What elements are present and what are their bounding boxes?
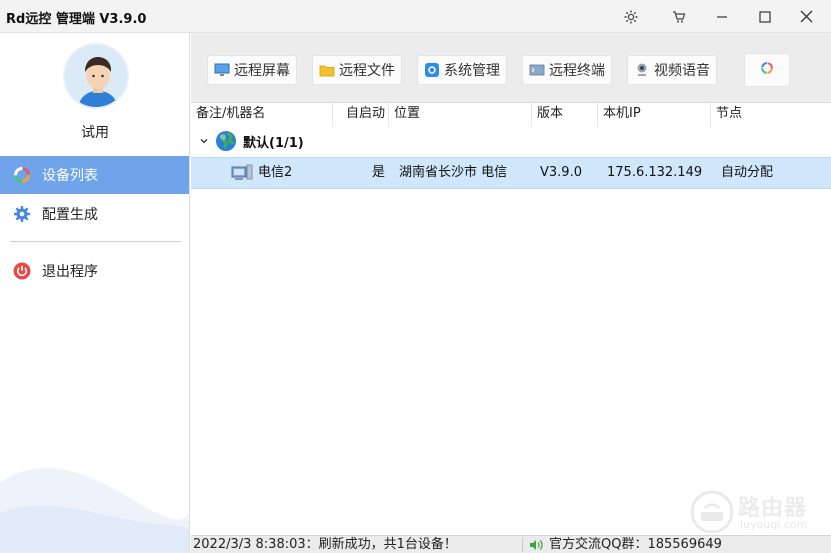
- column-header-node[interactable]: 节点: [711, 103, 831, 127]
- status-bar: 2022/3/3 8:38:03：刷新成功，共1台设备！ 官方交流QQ群：185…: [191, 535, 831, 553]
- user-name: 试用: [81, 125, 109, 141]
- column-header-location[interactable]: 位置: [389, 103, 532, 127]
- column-header-autostart[interactable]: 自启动: [333, 103, 389, 127]
- column-header-version[interactable]: 版本: [532, 103, 598, 127]
- settings-icon: [424, 62, 440, 78]
- close-icon: [800, 10, 812, 23]
- computer-icon: [231, 164, 253, 186]
- column-header-name[interactable]: 备注/机器名: [191, 103, 333, 127]
- remote-screen-button[interactable]: 远程屏幕: [207, 55, 297, 85]
- globe-icon: [215, 130, 237, 152]
- folder-icon: [319, 62, 335, 78]
- user-avatar-icon: [65, 45, 127, 107]
- sidebar-divider: [10, 241, 181, 242]
- monitor-icon: [214, 62, 230, 78]
- remote-terminal-button[interactable]: 远程终端: [522, 55, 612, 85]
- cell-location: 湖南省长沙市 电信: [399, 165, 508, 180]
- cell-node: 自动分配: [721, 165, 774, 180]
- cell-name: 电信2: [258, 165, 293, 180]
- cell-autostart: 是: [372, 165, 386, 180]
- status-qq: 官方交流QQ群：185569649: [529, 536, 722, 553]
- webcam-icon: [634, 62, 650, 78]
- gear-icon: [624, 10, 638, 23]
- gear-icon: [12, 204, 32, 224]
- maximize-icon: [759, 10, 771, 23]
- group-label: 默认(1/1): [243, 135, 304, 151]
- avatar: [63, 43, 129, 109]
- decorative-wave: [0, 468, 189, 553]
- sidebar: 试用 设备列表 配置生成 退出程序: [0, 33, 190, 553]
- watermark-subtext: luyouqi.com: [740, 518, 808, 531]
- cart-button[interactable]: [659, 0, 699, 33]
- sidebar-item-label: 退出程序: [42, 264, 98, 280]
- close-button[interactable]: [786, 0, 826, 33]
- group-row[interactable]: 默认(1/1): [191, 127, 831, 155]
- title-bar: Rd远控 管理端 V3.9.0: [0, 0, 831, 33]
- status-message: 2022/3/3 8:38:03：刷新成功，共1台设备！: [193, 537, 457, 552]
- router-logo-icon: [690, 490, 734, 534]
- sidebar-item-exit[interactable]: 退出程序: [0, 252, 189, 290]
- power-icon: [12, 261, 32, 281]
- column-header-ip[interactable]: 本机IP: [598, 103, 711, 127]
- settings-button[interactable]: [611, 0, 651, 33]
- qq-group-text: 官方交流QQ群：185569649: [549, 537, 722, 552]
- sidebar-item-label: 设备列表: [42, 168, 98, 184]
- sidebar-item-device-list[interactable]: 设备列表: [0, 156, 189, 194]
- watermark: 路由器 luyouqi.com: [690, 488, 820, 538]
- minimize-icon: [717, 15, 727, 18]
- terminal-icon: [529, 62, 545, 78]
- system-manage-button[interactable]: 系统管理: [417, 55, 507, 85]
- table-header: 备注/机器名 自启动 位置 版本 本机IP 节点: [191, 103, 831, 127]
- refresh-ring-icon: [759, 60, 775, 80]
- cell-version: V3.9.0: [540, 165, 582, 180]
- speaker-icon: [529, 539, 543, 551]
- status-divider: [522, 538, 523, 552]
- sidebar-item-label: 配置生成: [42, 207, 98, 223]
- refresh-button[interactable]: [744, 53, 790, 87]
- loading-ring-icon: [12, 165, 32, 185]
- remote-file-button[interactable]: 远程文件: [312, 55, 402, 85]
- table-row[interactable]: 电信2 是 湖南省长沙市 电信 V3.9.0 175.6.132.149 自动分…: [191, 157, 831, 189]
- sidebar-item-config-gen[interactable]: 配置生成: [0, 195, 189, 233]
- app-title: Rd远控 管理端 V3.9.0: [6, 12, 147, 27]
- toolbar: 远程屏幕 远程文件 系统管理 远程终端 视频语音: [191, 33, 831, 103]
- maximize-button[interactable]: [745, 0, 785, 33]
- cell-ip: 175.6.132.149: [607, 165, 703, 180]
- video-voice-button[interactable]: 视频语音: [627, 55, 717, 85]
- minimize-button[interactable]: [702, 0, 742, 33]
- cart-icon: [673, 10, 686, 22]
- chevron-down-icon[interactable]: [199, 136, 209, 146]
